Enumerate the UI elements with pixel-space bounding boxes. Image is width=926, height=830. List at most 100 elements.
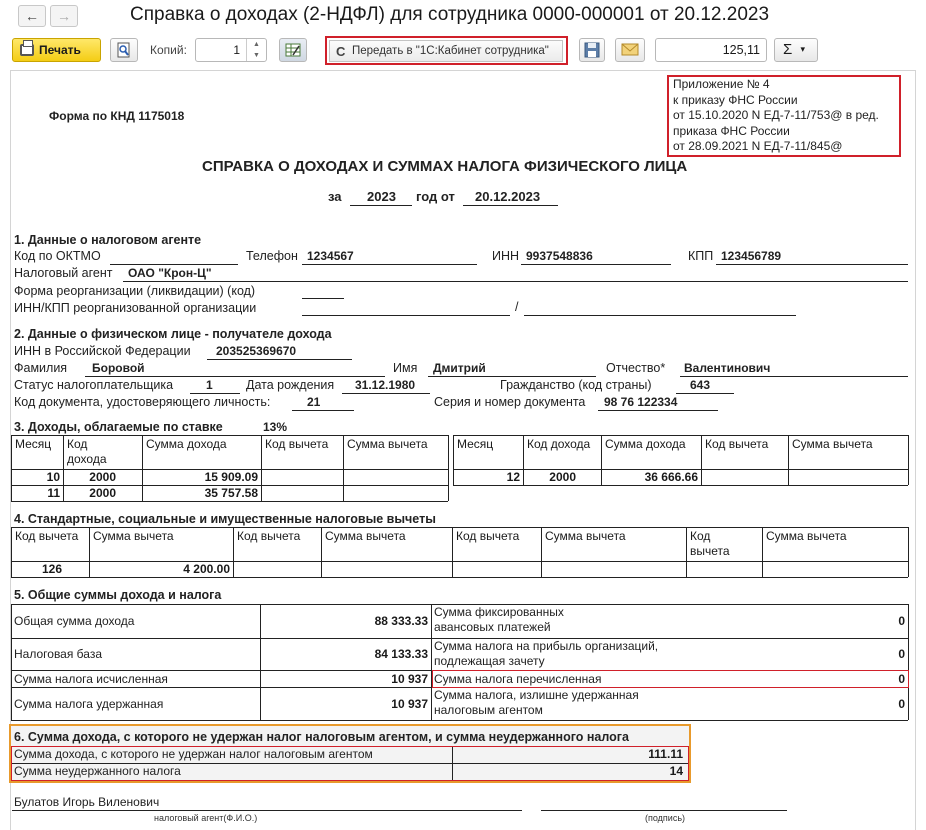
agent-label: Налоговый агент	[14, 266, 113, 280]
citizenship-value: 643	[690, 378, 711, 392]
row-month: 11	[47, 486, 60, 500]
edit-mode-button[interactable]	[279, 38, 307, 62]
report-year: 2023	[367, 189, 396, 204]
col-income-sum: Сумма дохода	[146, 437, 227, 451]
underline	[342, 393, 430, 394]
col-deduction-sum: Сумма вычета	[325, 529, 406, 543]
section5-title: 5. Общие суммы дохода и налога	[14, 588, 222, 602]
total-income-value: 88 333.33	[374, 614, 428, 628]
table-edit-icon	[285, 43, 301, 57]
person-inn-value: 203525369670	[216, 344, 297, 358]
print-preview-icon	[117, 42, 130, 58]
appendix-line: Приложение № 4	[673, 77, 770, 91]
row-month: 10	[46, 470, 60, 484]
deduction-sum: 4 200.00	[183, 562, 230, 576]
stepper-arrows-icon[interactable]: ▲ ▼	[246, 39, 266, 61]
col-deduction-code: Код вычета	[237, 529, 301, 543]
agent-value: ОАО "Крон-Ц"	[128, 266, 212, 280]
doc-series-label: Серия и номер документа	[434, 395, 586, 409]
underline	[716, 264, 908, 265]
signature-line	[541, 810, 787, 811]
tax-calculated-value: 10 937	[391, 672, 428, 686]
patronymic-label: Отчество*	[606, 361, 666, 375]
printer-icon	[20, 40, 34, 56]
doc-code-value: 21	[307, 395, 321, 409]
year-from-label: год от	[416, 189, 455, 204]
signer-line	[12, 810, 522, 811]
for-label: за	[328, 189, 342, 204]
col-income-code: Код дохода	[67, 437, 107, 466]
underline	[190, 393, 240, 394]
document-heading: СПРАВКА О ДОХОДАХ И СУММАХ НАЛОГА ФИЗИЧЕ…	[202, 158, 688, 175]
patronymic-value: Валентинович	[684, 361, 771, 375]
underline	[463, 205, 558, 206]
appendix-text: Приложение № 4 к приказу ФНС России от 1…	[673, 77, 879, 155]
underline	[302, 315, 510, 316]
profit-tax-label: Сумма налога на прибыль организаций, подл…	[434, 639, 659, 668]
oktmo-label: Код по ОКТМО	[14, 249, 101, 263]
copies-stepper[interactable]: 1 ▲ ▼	[195, 38, 267, 62]
phone-label: Телефон	[246, 249, 298, 263]
doc-code-label: Код документа, удостоверяющего личность:	[14, 395, 271, 409]
highlight-section6	[11, 746, 689, 781]
tax-base-label: Налоговая база	[14, 647, 102, 661]
underline	[123, 281, 908, 282]
underline	[302, 298, 344, 299]
col-income-sum: Сумма дохода	[605, 437, 686, 451]
col-month: Месяц	[15, 437, 52, 451]
col-deduction-sum: Сумма вычета	[347, 437, 428, 451]
tax-rate: 13%	[263, 420, 288, 434]
underline	[207, 359, 352, 360]
reorg-inn-label: ИНН/КПП реорганизованной организации	[14, 301, 257, 315]
row-amount: 35 757.58	[204, 486, 258, 500]
col-income-code: Код дохода	[527, 437, 591, 451]
appendix-line: к приказу ФНС России	[673, 92, 798, 107]
preview-button[interactable]	[110, 38, 138, 62]
birth-label: Дата рождения	[246, 378, 335, 392]
forward-button[interactable]: →	[50, 5, 78, 27]
selection-sum-field[interactable]: 125,11	[655, 38, 767, 62]
save-button[interactable]	[579, 38, 605, 62]
signer-name: Булатов Игорь Виленович	[14, 795, 160, 809]
person-inn-label: ИНН в Российской Федерации	[14, 344, 191, 358]
section4-title: 4. Стандартные, социальные и имущественн…	[14, 512, 436, 526]
window-title: Справка о доходах (2-НДФЛ) для сотрудник…	[130, 4, 770, 25]
col-deduction-code: Код вычета	[456, 529, 520, 543]
underline	[428, 376, 596, 377]
section6-title: 6. Сумма дохода, с которого не удержан н…	[14, 730, 629, 744]
copies-label: Копий:	[150, 43, 187, 57]
col-deduction-sum: Сумма вычета	[93, 529, 174, 543]
inn-value: 9937548836	[526, 249, 593, 263]
phone-value: 1234567	[307, 249, 354, 263]
col-deduction-sum: Сумма вычета	[545, 529, 626, 543]
row-amount: 15 909.09	[204, 470, 258, 484]
envelope-icon	[621, 43, 639, 56]
row-month: 12	[506, 470, 520, 484]
col-deduction-sum: Сумма вычета	[766, 529, 847, 543]
sum-mode-button[interactable]: Σ ▾	[774, 38, 818, 62]
underline	[680, 376, 908, 377]
print-button[interactable]: Печать	[12, 38, 101, 62]
row-code: 2000	[549, 470, 576, 484]
signature-caption: (подпись)	[645, 813, 686, 823]
col-deduction-code: Код вычета	[265, 437, 329, 451]
report-date: 20.12.2023	[475, 189, 541, 204]
sigma-icon: Σ	[783, 41, 793, 58]
total-income-label: Общая сумма дохода	[14, 614, 135, 628]
email-button[interactable]	[615, 38, 645, 62]
col-deduction-code: Код вычета	[690, 529, 730, 558]
fixed-advance-label: Сумма фиксированных авансовых платежей	[434, 605, 564, 634]
row-code: 2000	[89, 486, 116, 500]
arrow-left-icon: ←	[25, 8, 39, 24]
name-label: Имя	[393, 361, 418, 375]
status-label: Статус налогоплательщика	[14, 378, 174, 392]
surname-label: Фамилия	[14, 361, 68, 375]
profit-tax-value: 0	[898, 647, 905, 661]
col-month: Месяц	[457, 437, 494, 451]
highlight-send-button	[325, 36, 568, 65]
oktmo-line	[110, 264, 238, 265]
back-button[interactable]: ←	[18, 5, 46, 27]
chevron-down-icon: ▾	[800, 44, 805, 54]
underline	[524, 315, 796, 316]
birth-value: 31.12.1980	[355, 378, 416, 392]
